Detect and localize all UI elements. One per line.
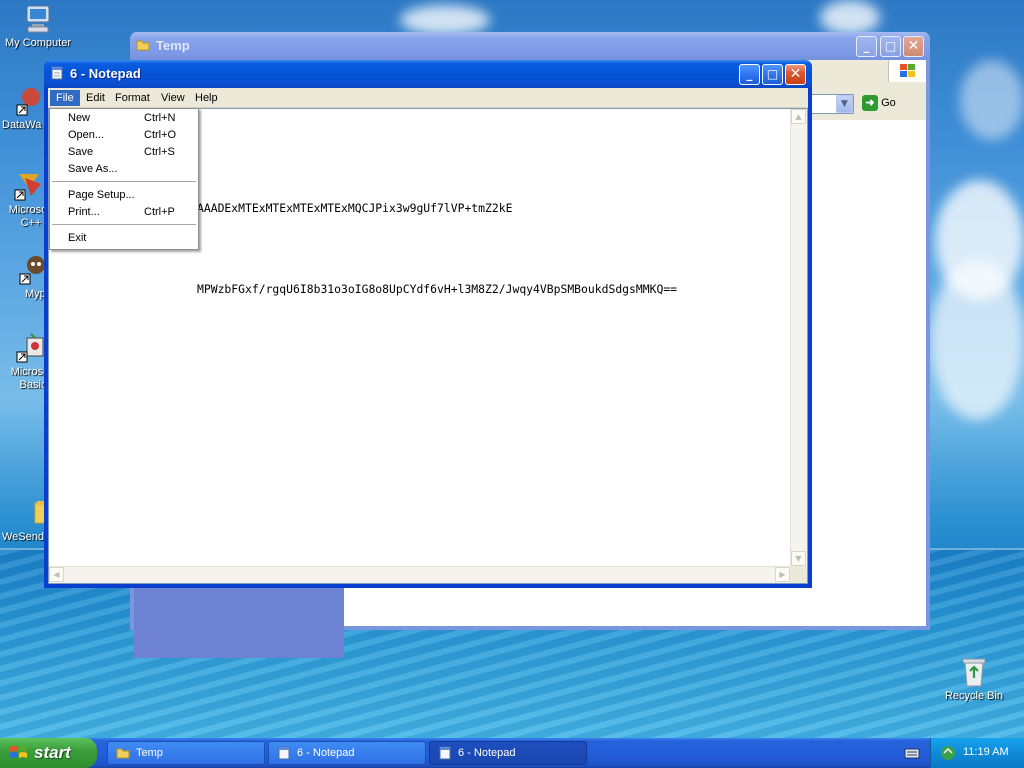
- network-icon[interactable]: [940, 745, 956, 764]
- close-button[interactable]: ✕: [785, 64, 806, 85]
- go-label: Go: [881, 96, 896, 109]
- file-menu-dropdown: New Ctrl+N Open... Ctrl+O Save Ctrl+S Sa…: [49, 108, 199, 250]
- scroll-left-icon[interactable]: ◀: [49, 567, 64, 582]
- application-shortcut-icon: [13, 85, 45, 117]
- menu-edit[interactable]: Edit: [80, 90, 111, 106]
- vertical-scrollbar[interactable]: ▲ ▼: [790, 109, 807, 566]
- keyboard-icon[interactable]: [904, 746, 920, 763]
- menu-item-label: New: [68, 112, 91, 124]
- visual-cpp-icon: [11, 170, 43, 202]
- menu-file[interactable]: File: [50, 90, 80, 106]
- text-line: AAADExMTExMTExMTExMTExMQCJPix3w9gUf7lVP+…: [197, 201, 513, 215]
- cloud: [930, 260, 1024, 420]
- cloud: [960, 60, 1024, 140]
- desktop-icon-label: My Computer: [4, 37, 72, 49]
- scroll-right-icon[interactable]: ▶: [775, 567, 790, 582]
- menu-view[interactable]: View: [155, 90, 191, 106]
- notepad-icon: [438, 746, 452, 760]
- menu-item-print[interactable]: Print... Ctrl+P: [51, 204, 197, 221]
- minimize-button[interactable]: _: [856, 36, 877, 57]
- menu-help[interactable]: Help: [189, 90, 224, 106]
- folder-icon: [116, 746, 130, 760]
- menu-item-save-as[interactable]: Save As...: [51, 161, 197, 178]
- taskbar-button-temp[interactable]: Temp: [107, 741, 265, 765]
- menu-item-shortcut: Ctrl+P: [144, 206, 175, 218]
- maximize-button[interactable]: □: [880, 36, 901, 57]
- notepad-icon: [277, 746, 291, 760]
- desktop-icon-my-computer[interactable]: My Computer: [3, 3, 73, 50]
- notepad-title-bar[interactable]: 6 - Notepad _ □ ✕: [44, 60, 812, 88]
- menu-item-open[interactable]: Open... Ctrl+O: [51, 127, 197, 144]
- explorer-task-pane: [134, 588, 344, 658]
- menu-item-shortcut: Ctrl+S: [144, 146, 175, 158]
- explorer-title: Temp: [156, 38, 190, 53]
- taskbar-button-label: 6 - Notepad: [297, 747, 355, 759]
- windows-flag-icon: [9, 744, 29, 767]
- notepad-icon: [50, 66, 64, 80]
- windows-logo-icon: [888, 60, 926, 82]
- start-button[interactable]: start: [0, 738, 97, 768]
- taskbar-button-label: 6 - Notepad: [458, 747, 516, 759]
- clock[interactable]: 11:19 AM: [963, 746, 1009, 758]
- menu-item-shortcut: Ctrl+O: [144, 129, 177, 141]
- taskbar: start Temp 6 - Notepad 6 - Notepad 11:19…: [0, 738, 1024, 768]
- menu-item-page-setup[interactable]: Page Setup...: [51, 187, 197, 204]
- horizontal-scrollbar[interactable]: ◀ ▶: [49, 566, 790, 583]
- menu-bar: File Edit Format View Help: [48, 88, 808, 108]
- minimize-button[interactable]: _: [739, 64, 760, 85]
- editor-text[interactable]: AAADExMTExMTExMTExMTExMQCJPix3w9gUf7lVP+…: [197, 141, 677, 357]
- menu-format[interactable]: Format: [109, 90, 156, 106]
- menu-separator: [52, 224, 196, 225]
- menu-item-label: Open...: [68, 129, 105, 141]
- menu-separator: [52, 181, 196, 182]
- folder-icon: [15, 497, 48, 529]
- computer-icon: [22, 3, 54, 35]
- menu-item-label: Save As...: [68, 163, 118, 175]
- maximize-button[interactable]: □: [762, 64, 783, 85]
- menu-item-label: Print...: [68, 206, 100, 218]
- scroll-down-icon[interactable]: ▼: [791, 551, 806, 566]
- menu-item-shortcut: Ctrl+N: [144, 112, 176, 124]
- menu-item-label: Page Setup...: [68, 189, 135, 201]
- scroll-up-icon[interactable]: ▲: [791, 109, 806, 124]
- recycle-bin-icon: [958, 656, 990, 688]
- menu-item-save[interactable]: Save Ctrl+S: [51, 144, 197, 161]
- go-button[interactable]: ➜ Go: [862, 95, 900, 113]
- taskbar-button-label: Temp: [136, 747, 163, 759]
- taskbar-button-notepad[interactable]: 6 - Notepad: [268, 741, 426, 765]
- start-label: start: [34, 743, 71, 762]
- folder-icon: [136, 38, 150, 52]
- menu-item-label: Exit: [68, 232, 87, 244]
- cloud: [820, 0, 880, 35]
- menu-item-exit[interactable]: Exit: [51, 230, 197, 247]
- explorer-title-bar[interactable]: Temp _ □ ✕: [130, 32, 930, 60]
- chevron-down-icon[interactable]: ▼: [836, 95, 853, 113]
- close-button[interactable]: ✕: [903, 36, 924, 57]
- desktop-icon-recycle-bin[interactable]: Recycle Bin: [939, 656, 1009, 703]
- notepad-title: 6 - Notepad: [70, 66, 141, 81]
- desktop-icon-label: Recycle Bin: [944, 690, 1004, 702]
- menu-item-new[interactable]: New Ctrl+N: [51, 110, 197, 127]
- taskbar-button-notepad-active[interactable]: 6 - Notepad: [429, 741, 587, 765]
- menu-item-label: Save: [68, 146, 94, 158]
- resize-grip[interactable]: [790, 566, 807, 583]
- go-arrow-icon: ➜: [862, 95, 878, 111]
- text-line: MPWzbFGxf/rgqU6I8b31o3oIG8o8UpCYdf6vH+l3…: [197, 282, 678, 296]
- visual-basic-icon: [13, 332, 45, 364]
- cloud: [400, 5, 490, 35]
- system-tray: 11:19 AM: [930, 738, 1024, 768]
